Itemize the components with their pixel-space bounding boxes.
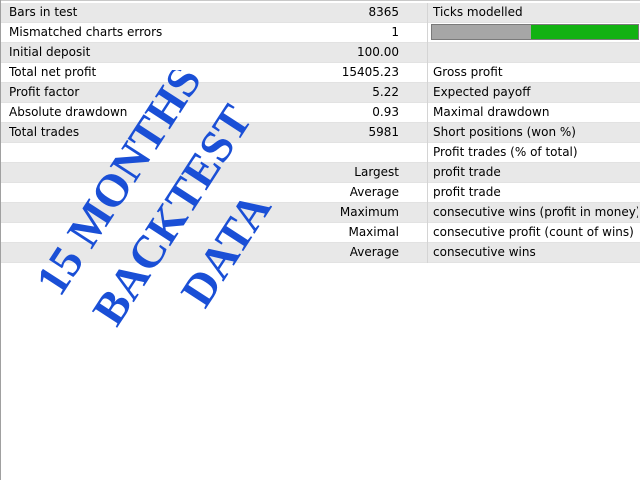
column-divider — [427, 43, 428, 63]
table-row: Total net profit 15405.23 Gross profit — [1, 63, 640, 83]
row-value: 5981 — [368, 125, 399, 139]
table-row: Average consecutive wins — [1, 243, 640, 263]
column-divider — [427, 183, 428, 203]
table-row: Total trades 5981 Short positions (won %) — [1, 123, 640, 143]
column-divider — [427, 103, 428, 123]
row-value: 15405.23 — [341, 65, 399, 79]
progress-green-segment — [530, 25, 638, 39]
column-divider — [427, 83, 428, 103]
column-divider — [427, 163, 428, 183]
table-row: Mismatched charts errors 1 — [1, 23, 640, 43]
column-divider — [427, 243, 428, 263]
row-label-secondary: consecutive wins — [433, 245, 536, 259]
column-divider — [427, 123, 428, 143]
row-label-secondary: Short positions (won %) — [433, 125, 576, 139]
table-row: Average profit trade — [1, 183, 640, 203]
row-value: 1 — [391, 25, 399, 39]
row-value: 100.00 — [357, 45, 399, 59]
row-label-secondary: profit trade — [433, 185, 501, 199]
row-label-secondary: consecutive profit (count of wins) — [433, 225, 634, 239]
column-divider — [427, 143, 428, 163]
modelling-quality-bar — [431, 24, 639, 40]
row-value: Maximum — [339, 205, 399, 219]
row-value: Average — [349, 245, 399, 259]
row-label-secondary: Ticks modelled — [433, 5, 523, 19]
table-row: Maximal consecutive profit (count of wins… — [1, 223, 640, 243]
row-value: Largest — [354, 165, 399, 179]
row-label-secondary: Maximal drawdown — [433, 105, 550, 119]
row-value: 0.93 — [372, 105, 399, 119]
table-row: Largest profit trade — [1, 163, 640, 183]
table-row: Maximum consecutive wins (profit in money… — [1, 203, 640, 223]
row-value: 5.22 — [372, 85, 399, 99]
table-row: Bars in test 8365 Ticks modelled — [1, 3, 640, 23]
row-value: 8365 — [368, 5, 399, 19]
table-row: Initial deposit 100.00 — [1, 43, 640, 63]
row-label-secondary: consecutive wins (profit in money) — [433, 205, 638, 219]
row-label-secondary: profit trade — [433, 165, 501, 179]
row-value: Maximal — [348, 225, 399, 239]
column-divider — [427, 223, 428, 243]
row-label-secondary — [433, 43, 638, 62]
column-divider — [427, 23, 428, 43]
table-row: Profit factor 5.22 Expected payoff — [1, 83, 640, 103]
column-divider — [427, 63, 428, 83]
column-divider — [427, 3, 428, 23]
table-row: Absolute drawdown 0.93 Maximal drawdown — [1, 103, 640, 123]
row-label-secondary: Profit trades (% of total) — [433, 145, 578, 159]
row-value — [181, 143, 399, 162]
row-label-secondary: Expected payoff — [433, 85, 531, 99]
table-row: Profit trades (% of total) — [1, 143, 640, 163]
panel-top-border — [0, 0, 640, 1]
report-panel: Bars in test 8365 Ticks modelled Mismatched… — [0, 0, 640, 480]
column-divider — [427, 203, 428, 223]
row-value: Average — [349, 185, 399, 199]
row-label-secondary: Gross profit — [433, 65, 503, 79]
progress-grey-segment — [432, 25, 531, 39]
report-table: Bars in test 8365 Ticks modelled Mismatched… — [1, 3, 640, 263]
